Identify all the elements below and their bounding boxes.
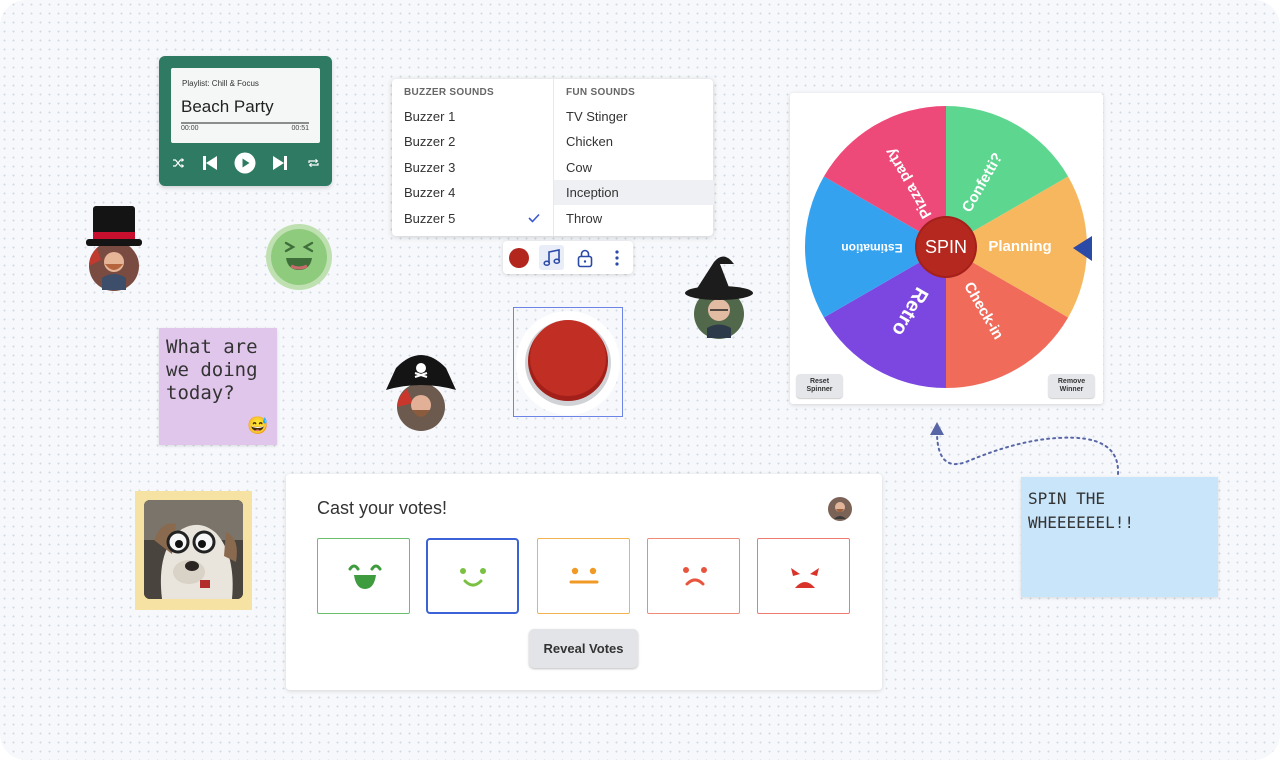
buzzer-toolbar	[503, 241, 633, 274]
big-red-buzzer-button[interactable]	[514, 311, 624, 417]
happy-face-icon	[460, 568, 486, 587]
menu-item-label: Buzzer 3	[404, 160, 456, 175]
very-happy-face-icon	[348, 564, 382, 589]
progress-bar[interactable]	[181, 122, 309, 124]
previous-icon[interactable]	[200, 152, 220, 174]
buzzer-sounds-column: BUZZER SOUNDS Buzzer 1 Buzzer 2 Buzzer 3…	[392, 79, 552, 236]
check-icon	[528, 212, 540, 226]
spinner-wheel[interactable]: Confetti?PlanningCheck-inRetroEstimation…	[790, 93, 1103, 404]
fun-sounds-header: FUN SOUNDS	[566, 87, 636, 98]
more-vertical-icon[interactable]	[604, 245, 629, 270]
sticky-note-purple[interactable]: What are we doing today? 😅	[159, 328, 277, 445]
player-screen: Playlist: Chill & Focus Beach Party 00:0…	[171, 68, 320, 143]
repeat-icon[interactable]	[305, 152, 321, 174]
reset-spinner-button[interactable]: Reset Spinner	[796, 374, 843, 398]
menu-item-label: Inception	[566, 185, 619, 200]
voting-title: Cast your votes!	[317, 498, 448, 518]
neutral-face-icon	[569, 567, 599, 584]
vote-option-sad[interactable]	[647, 538, 740, 614]
play-icon[interactable]	[233, 152, 257, 174]
vote-option-neutral[interactable]	[537, 538, 630, 614]
color-swatch-button[interactable]	[506, 245, 531, 270]
menu-item-label: Throw	[566, 211, 603, 226]
menu-item-chicken[interactable]: Chicken	[554, 129, 714, 154]
avatar-witch-hat[interactable]	[684, 252, 754, 342]
buzzer-sounds-header: BUZZER SOUNDS	[404, 87, 495, 98]
menu-item-throw[interactable]: Throw	[554, 206, 714, 231]
avatar-top-hat[interactable]	[84, 204, 146, 294]
menu-item-inception[interactable]: Inception	[554, 180, 714, 205]
lock-icon[interactable]	[572, 245, 597, 270]
time-current: 00:00	[181, 125, 199, 132]
playlist-label: Playlist: Chill & Focus	[182, 79, 259, 88]
voting-panel: Cast your votes! Reveal Votes	[286, 474, 882, 690]
menu-item-label: Cow	[566, 160, 593, 175]
music-player[interactable]: Playlist: Chill & Focus Beach Party 00:0…	[159, 56, 332, 186]
vote-option-angry[interactable]	[757, 538, 850, 614]
next-icon[interactable]	[270, 152, 290, 174]
arrowhead-icon	[930, 422, 944, 435]
menu-item-buzzer-4[interactable]: Buzzer 4	[392, 180, 552, 205]
menu-item-label: Chicken	[566, 134, 613, 149]
track-title: Beach Party	[181, 97, 274, 116]
menu-item-label: Buzzer 2	[404, 134, 456, 149]
music-note-icon[interactable]	[539, 245, 564, 270]
menu-item-label: Buzzer 1	[404, 109, 456, 124]
menu-item-buzzer-1[interactable]: Buzzer 1	[392, 104, 552, 129]
spin-button-label[interactable]: SPIN	[925, 237, 967, 257]
laughing-emoji-icon[interactable]	[264, 222, 334, 292]
angry-face-icon	[791, 568, 819, 588]
sound-picker-menu: BUZZER SOUNDS Buzzer 1 Buzzer 2 Buzzer 3…	[392, 79, 714, 236]
dog-image	[144, 500, 243, 599]
reveal-votes-button[interactable]: Reveal Votes	[529, 629, 638, 668]
vote-option-happy[interactable]	[426, 538, 519, 614]
sweat-smile-emoji-icon: 😅	[247, 416, 269, 435]
sticky-note-text: What are we doing today?	[166, 336, 258, 404]
vote-option-very-happy[interactable]	[317, 538, 410, 614]
menu-item-tv-stinger[interactable]: TV Stinger	[554, 104, 714, 129]
avatar[interactable]	[828, 497, 852, 521]
menu-item-label: TV Stinger	[566, 109, 628, 124]
remove-winner-button[interactable]: Remove Winner	[1048, 374, 1095, 398]
spinner-wheel-widget: Confetti? Planning Check-in Retro Estimation…	[790, 93, 1103, 404]
time-total: 00:51	[291, 125, 309, 132]
menu-item-label: Buzzer 5	[404, 211, 456, 226]
avatar-pirate-hat[interactable]	[385, 350, 457, 434]
whiteboard-canvas[interactable]: Playlist: Chill & Focus Beach Party 00:0…	[0, 0, 1280, 760]
wheel-label: Planning	[988, 238, 1051, 255]
sticky-note-text: SPIN THE WHEEEEEEL!!	[1028, 489, 1134, 532]
fun-sounds-column: FUN SOUNDS TV Stinger Chicken Cow Incept…	[553, 79, 714, 236]
photo-dog-with-glasses[interactable]	[135, 491, 252, 610]
sticky-note-blue[interactable]: SPIN THE WHEEEEEEL!!	[1021, 477, 1218, 597]
menu-item-buzzer-2[interactable]: Buzzer 2	[392, 129, 552, 154]
shuffle-icon[interactable]	[169, 152, 187, 174]
menu-item-buzzer-3[interactable]: Buzzer 3	[392, 155, 552, 180]
connector-arrow[interactable]	[925, 418, 1125, 482]
wheel-label: Estimation	[841, 241, 902, 255]
sad-face-icon	[683, 567, 707, 586]
menu-item-cow[interactable]: Cow	[554, 155, 714, 180]
menu-item-buzzer-5[interactable]: Buzzer 5	[392, 206, 552, 231]
menu-item-label: Buzzer 4	[404, 185, 456, 200]
